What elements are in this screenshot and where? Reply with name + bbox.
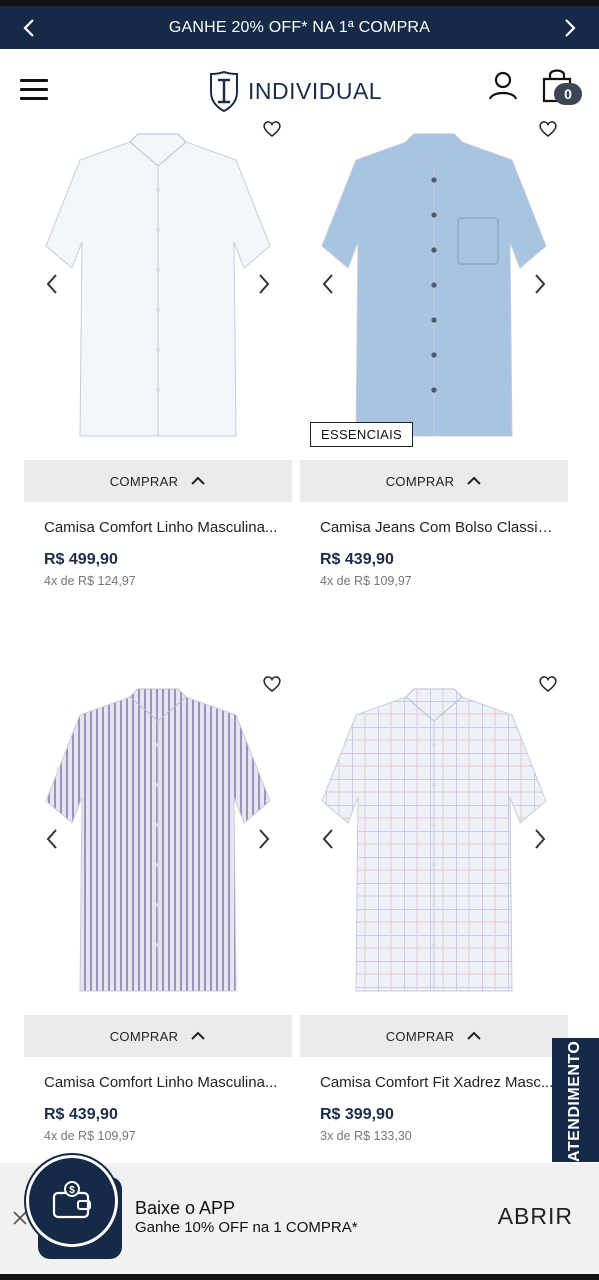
product-installments: 4x de R$ 109,97 (44, 1129, 136, 1143)
heart-icon[interactable] (538, 675, 558, 693)
image-next-arrow[interactable] (530, 827, 550, 851)
product-price: R$ 499,90 (44, 551, 118, 568)
buy-button-label: COMPRAR (385, 1028, 455, 1044)
chevron-up-icon (467, 1031, 481, 1040)
product-price: R$ 439,90 (320, 551, 394, 568)
nav-bar-edge (0, 1274, 599, 1280)
logo-text: INDIVIDUAL (248, 77, 383, 104)
cart-button[interactable]: 0 (540, 67, 582, 107)
support-tab-label: ATENDIMENTO (566, 1040, 583, 1162)
app-download-banner: $ Baixe o APP Ganhe 10% OFF na 1 COMPRA*… (0, 1155, 599, 1274)
promo-banner: GANHE 20% OFF* NA 1ª COMPRA (0, 6, 599, 49)
promo-next-arrow[interactable] (557, 15, 583, 41)
chevron-up-icon (467, 476, 481, 485)
heart-icon[interactable] (262, 675, 282, 693)
wallet-icon: $ (26, 1155, 118, 1247)
image-next-arrow[interactable] (530, 272, 550, 296)
image-prev-arrow[interactable] (318, 827, 338, 851)
image-next-arrow[interactable] (254, 272, 274, 296)
brand-logo[interactable]: INDIVIDUAL (208, 69, 382, 113)
buy-button[interactable]: COMPRAR (24, 460, 292, 502)
product-installments: 4x de R$ 124,97 (44, 574, 136, 588)
product-installments: 4x de R$ 109,97 (320, 574, 412, 588)
product-image[interactable] (24, 120, 292, 455)
app-banner-title: Baixe o APP (135, 1198, 236, 1218)
image-prev-arrow[interactable] (318, 272, 338, 296)
shield-logo-icon (210, 70, 238, 112)
product-name[interactable]: Camisa Comfort Fit Xadrez Masc... (320, 1074, 560, 1091)
product-price: R$ 439,90 (44, 1106, 118, 1123)
buy-button-label: COMPRAR (109, 1028, 179, 1044)
buy-button[interactable]: COMPRAR (300, 460, 568, 502)
collection-badge: ESSENCIAIS (310, 422, 414, 447)
chevron-up-icon (191, 476, 205, 485)
product-name[interactable]: Camisa Comfort Linho Masculina... (44, 1074, 284, 1091)
chevron-up-icon (191, 1031, 205, 1040)
product-image[interactable] (24, 675, 292, 1010)
product-price: R$ 399,90 (320, 1106, 394, 1123)
product-name[interactable]: Camisa Comfort Linho Masculina... (44, 519, 284, 536)
site-header: INDIVIDUAL 0 (0, 49, 599, 121)
image-prev-arrow[interactable] (42, 827, 62, 851)
product-image[interactable] (300, 675, 568, 1010)
svg-text:$: $ (69, 1185, 75, 1196)
account-user-icon[interactable] (488, 71, 518, 101)
heart-icon[interactable] (538, 120, 558, 138)
support-side-tab[interactable]: ATENDIMENTO (552, 1038, 599, 1162)
buy-button[interactable]: COMPRAR (300, 1015, 568, 1057)
promo-prev-arrow[interactable] (16, 15, 42, 41)
product-installments: 3x de R$ 133,30 (320, 1129, 412, 1143)
product-name[interactable]: Camisa Jeans Com Bolso Classics... (320, 519, 560, 536)
app-banner-subtitle: Ganhe 10% OFF na 1 COMPRA* (135, 1219, 358, 1236)
buy-button-label: COMPRAR (385, 473, 455, 489)
promo-text: GANHE 20% OFF* NA 1ª COMPRA (168, 18, 431, 36)
buy-button[interactable]: COMPRAR (24, 1015, 292, 1057)
open-app-button[interactable]: ABRIR (498, 1203, 573, 1230)
heart-icon[interactable] (262, 120, 282, 138)
hamburger-menu-icon[interactable] (20, 79, 48, 103)
image-next-arrow[interactable] (254, 827, 274, 851)
cart-count-badge: 0 (554, 83, 582, 105)
image-prev-arrow[interactable] (42, 272, 62, 296)
product-image[interactable] (300, 120, 568, 455)
buy-button-label: COMPRAR (109, 473, 179, 489)
